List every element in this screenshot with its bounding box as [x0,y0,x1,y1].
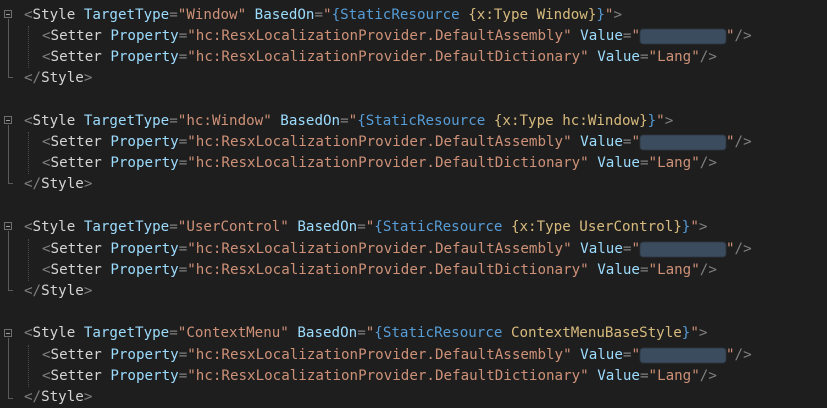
type-extension: {x:Type UserControl} [510,219,682,235]
code-line-style-open[interactable]: <Style TargetType="UserControl" BasedOn=… [24,217,707,238]
attr-name: Value [597,368,640,384]
fold-range-end [8,290,13,291]
attr-name: BasedOn [297,325,358,341]
attr-name: TargetType [83,7,170,23]
attr-value: UserControl [186,219,281,235]
attr-value: hc:ResxLocalizationProvider.DefaultDicti… [195,368,581,384]
attr-name: BasedOn [254,7,315,23]
fold-collapse-icon[interactable] [4,222,12,230]
attr-name: Value [580,28,623,44]
attr-value: hc:ResxLocalizationProvider.DefaultDicti… [195,49,581,65]
code-line-style-close[interactable]: </Style> [24,281,92,302]
markup-extension: {StaticResource [374,219,511,235]
attr-name: Value [597,262,640,278]
attr-value: hc:ResxLocalizationProvider.DefaultAssem… [195,347,564,363]
attr-name: Value [580,347,623,363]
fold-range-line [8,231,9,290]
code-line-setter[interactable]: <Setter Property="hc:ResxLocalizationPro… [42,260,717,281]
code-line-setter[interactable]: <Setter Property="hc:ResxLocalizationPro… [42,132,752,153]
attr-value: Lang [657,49,692,65]
redacted-value [639,241,726,257]
code-line-style-close[interactable]: </Style> [24,387,92,408]
fold-range-end [8,398,13,399]
attr-value: hc:ResxLocalizationProvider.DefaultAssem… [195,134,564,150]
attr-name: TargetType [83,113,170,129]
attr-value: hc:Window [186,113,264,129]
redacted-value [639,347,726,363]
markup-extension: {StaticResource [331,7,469,23]
code-line-setter[interactable]: <Setter Property="hc:ResxLocalizationPro… [42,345,752,366]
markup-extension: {StaticResource [357,113,494,129]
fold-range-end [8,183,13,184]
attr-value: hc:ResxLocalizationProvider.DefaultDicti… [195,262,581,278]
attr-value: Lang [657,262,692,278]
code-line-setter[interactable]: <Setter Property="hc:ResxLocalizationPro… [42,366,717,387]
attr-value: hc:ResxLocalizationProvider.DefaultAssem… [195,28,564,44]
attr-name: Value [597,49,640,65]
code-line-style-close[interactable]: </Style> [24,174,92,195]
attr-name: BasedOn [297,219,358,235]
fold-range-line [8,125,9,183]
fold-collapse-icon[interactable] [4,116,12,124]
attr-name: TargetType [83,325,170,341]
tag-name: Style [32,7,76,23]
attr-name: Value [597,155,640,171]
attr-name: Value [580,241,623,257]
attr-value: Lang [657,155,692,171]
markup-extension-close: } [647,113,657,129]
code-line-style-open[interactable]: <Style TargetType="hc:Window" BasedOn="{… [24,111,673,132]
attr-name: Property [110,134,179,150]
code-line-style-close[interactable]: </Style> [24,68,92,89]
attr-value: Window [186,7,238,23]
fold-range-end [8,77,13,78]
attr-value: Lang [657,368,692,384]
code-editor[interactable]: <Style TargetType="Window" BasedOn="{Sta… [0,0,827,408]
attr-name: Property [110,368,179,384]
fold-range-line [8,338,9,398]
code-line-setter[interactable]: <Setter Property="hc:ResxLocalizationPro… [42,26,752,47]
markup-extension: {StaticResource [374,325,511,341]
attr-value: ContextMenu [186,325,281,341]
attr-name: Property [110,49,179,65]
fold-collapse-icon[interactable] [4,10,12,18]
attr-value: hc:ResxLocalizationProvider.DefaultDicti… [195,155,581,171]
type-extension: {x:Type hc:Window} [493,113,648,129]
attr-name: Property [110,28,179,44]
redacted-value [639,28,726,44]
code-line-style-open[interactable]: <Style TargetType="Window" BasedOn="{Sta… [24,5,622,26]
attr-name: Property [110,241,179,257]
fold-collapse-icon[interactable] [4,329,12,337]
indent-guide [28,132,29,174]
attr-name: BasedOn [280,113,341,129]
attr-name: TargetType [83,219,170,235]
indent-guide [28,26,29,68]
markup-extension-close: } [596,7,605,23]
code-line-setter[interactable]: <Setter Property="hc:ResxLocalizationPro… [42,47,717,68]
type-extension: {x:Type Window} [468,7,597,23]
attr-name: Property [110,155,179,171]
code-line-setter[interactable]: <Setter Property="hc:ResxLocalizationPro… [42,239,752,260]
attr-name: Property [110,347,179,363]
attr-name: Value [580,134,623,150]
code-line-setter[interactable]: <Setter Property="hc:ResxLocalizationPro… [42,153,717,174]
resource-key: ContextMenuBaseStyle [510,325,682,341]
indent-guide [28,239,29,281]
fold-range-line [8,19,9,77]
tag-open-bracket: < [24,7,33,23]
attr-name: Property [110,262,179,278]
code-line-style-open[interactable]: <Style TargetType="ContextMenu" BasedOn=… [24,323,707,344]
redacted-value [639,134,726,150]
indent-guide [28,345,29,387]
attr-value: hc:ResxLocalizationProvider.DefaultAssem… [195,241,564,257]
